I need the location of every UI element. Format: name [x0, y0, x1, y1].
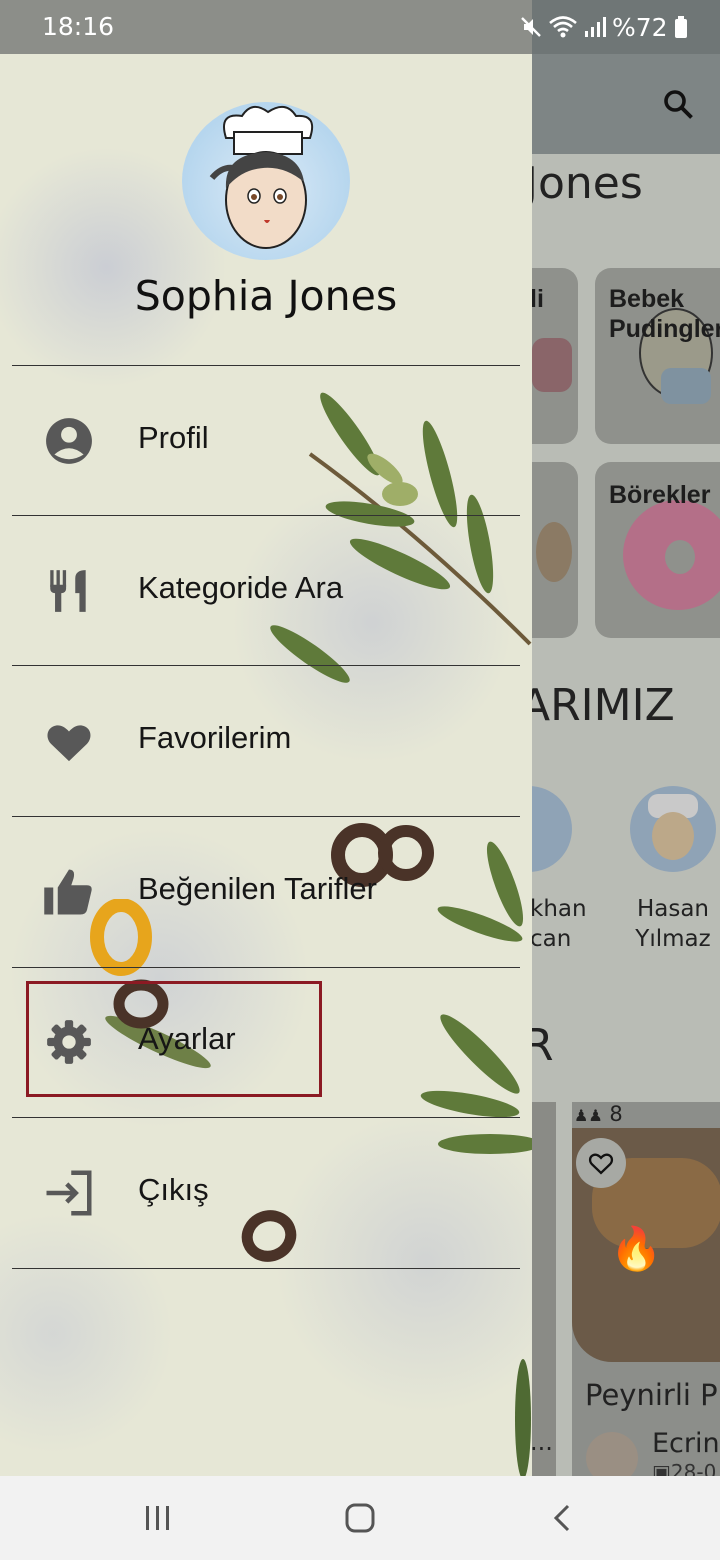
recent-apps-button[interactable]: [128, 1496, 188, 1540]
search-icon[interactable]: [660, 86, 696, 122]
status-bar: 18:16 %72: [0, 0, 720, 54]
bg-page-title: Jones: [525, 158, 643, 209]
calendar-icon: ▣: [652, 1460, 671, 1476]
author-avatar: [586, 1432, 638, 1476]
recipe-author: Ecrin: [652, 1428, 720, 1459]
system-nav-bar: [0, 1476, 720, 1560]
user-name: Sophia Jones: [134, 272, 398, 320]
recipe-title: Peynirli P: [585, 1378, 718, 1412]
mute-icon: [521, 17, 541, 37]
bg-section-title: ARIMIZ: [520, 680, 675, 731]
menu-item-liked-recipes[interactable]: Beğenilen Tarifler: [0, 817, 532, 967]
battery-icon: [674, 16, 687, 38]
menu-item-label: Çıkış: [138, 1172, 209, 1207]
account-circle-icon: [42, 414, 96, 468]
recent-apps-icon: [146, 1506, 169, 1530]
menu-item-label: Beğenilen Tarifler: [138, 871, 377, 906]
chef-avatar-illustration: [209, 105, 314, 249]
navigation-drawer: Sophia Jones Profil Kategoride Ara Favor…: [0, 54, 532, 1476]
chef-name: khan can: [530, 896, 587, 952]
heart-outline-icon: [588, 1153, 614, 1175]
people-icon: ♟♟: [574, 1106, 603, 1125]
menu-item-label: Kategoride Ara: [138, 570, 344, 605]
chef-avatar[interactable]: [630, 786, 716, 872]
signal-icon: [585, 17, 606, 37]
back-button[interactable]: [532, 1496, 592, 1540]
logout-icon: [42, 1166, 96, 1220]
battery-percent: %72: [612, 12, 668, 42]
home-icon: [345, 1503, 375, 1533]
divider: [12, 1268, 520, 1269]
category-label: Börekler: [609, 481, 711, 509]
home-button[interactable]: [330, 1496, 390, 1540]
avatar[interactable]: [182, 102, 350, 260]
category-label: li: [530, 285, 544, 313]
heart-icon: [42, 714, 96, 768]
menu-item-category-search[interactable]: Kategoride Ara: [0, 516, 532, 666]
favorite-button[interactable]: [576, 1138, 626, 1188]
recipe-ellipsis: ...: [530, 1428, 553, 1456]
chef-name: Hasan Yılmaz: [635, 896, 711, 952]
wifi-icon: [549, 16, 577, 38]
menu-item-logout[interactable]: Çıkış: [0, 1118, 532, 1268]
selection-highlight: [26, 981, 322, 1097]
category-label: Bebek Pudingler: [609, 285, 720, 343]
menu-item-favorites[interactable]: Favorilerim: [0, 666, 532, 816]
olive-leaf-decoration: [515, 1359, 531, 1476]
back-icon: [553, 1504, 570, 1532]
menu-item-label: Favorilerim: [138, 720, 292, 755]
fork-knife-icon: [42, 564, 96, 618]
menu-item-label: Profil: [138, 420, 209, 455]
status-time: 18:16: [42, 12, 115, 41]
servings-badge: ♟♟ 8: [574, 1102, 623, 1126]
recipe-date: ▣28-0: [652, 1460, 716, 1476]
thumb-up-icon: [42, 865, 96, 919]
recipe-card[interactable]: [532, 1102, 556, 1476]
menu-item-profile[interactable]: Profil: [0, 366, 532, 516]
status-icons: %72: [520, 12, 688, 42]
